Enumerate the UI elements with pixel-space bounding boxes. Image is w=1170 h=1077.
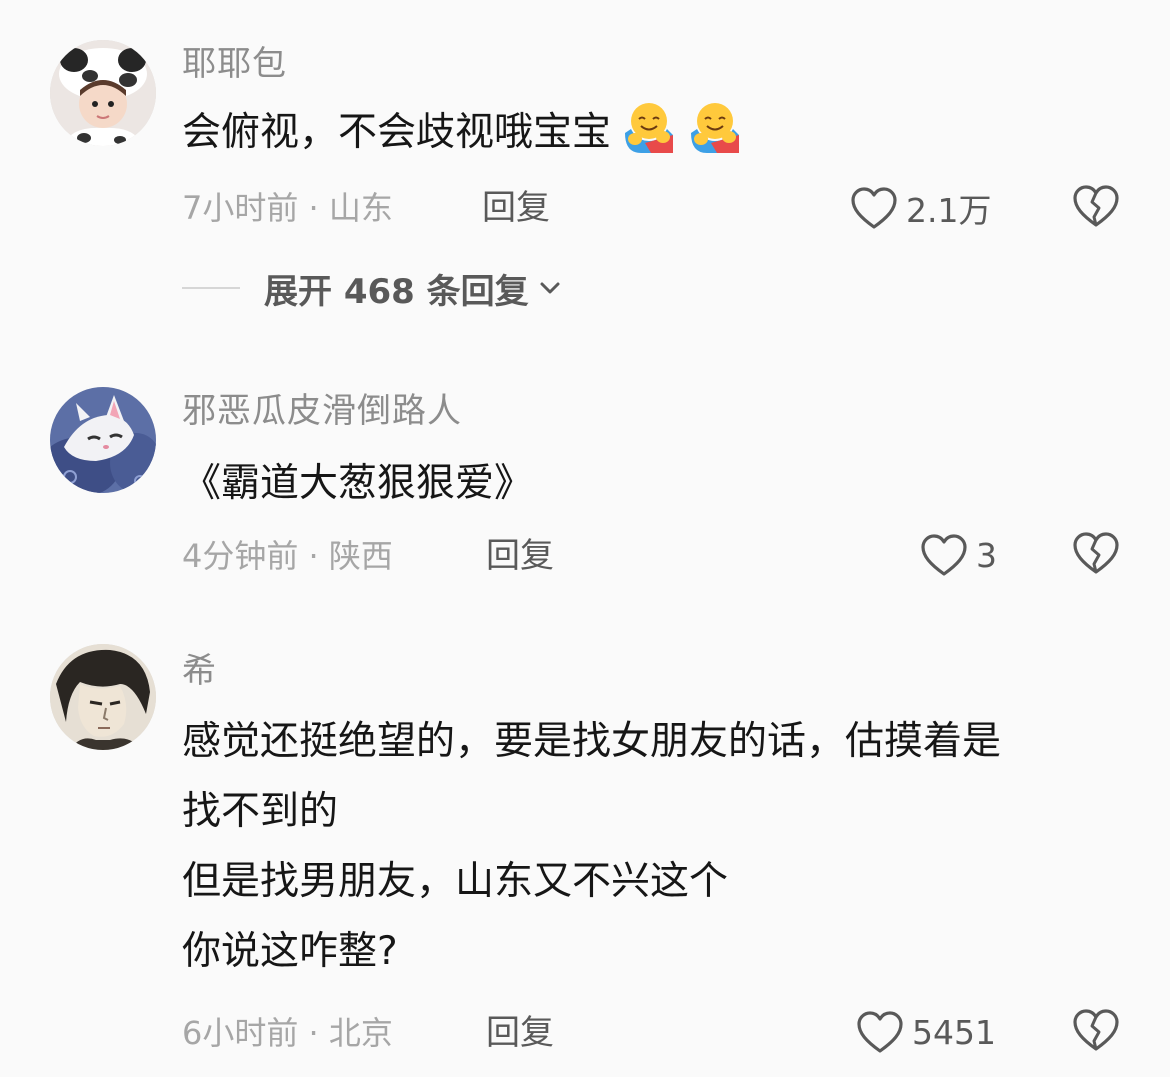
like-button[interactable]: 5451: [856, 1008, 996, 1056]
reply-button[interactable]: 回复: [486, 1013, 554, 1053]
comment-text-line: 找不到的: [182, 789, 339, 834]
chevron-down-icon: [540, 282, 560, 294]
expand-replies-button[interactable]: 展开 468 条回复: [182, 266, 563, 312]
avatar[interactable]: [50, 387, 156, 493]
expand-replies-label: 展开 468 条回复: [264, 271, 529, 312]
comment-time-location: 4分钟前 · 陕西: [182, 537, 393, 575]
divider: [182, 287, 240, 289]
avatar[interactable]: [50, 40, 156, 146]
comment-time-location: 7小时前 · 山东: [182, 189, 393, 227]
reply-button[interactable]: 回复: [482, 188, 550, 228]
broken-heart-icon: [1073, 185, 1119, 227]
white-cat-avatar-icon: [50, 387, 156, 493]
broken-heart-icon: [1073, 1009, 1119, 1051]
like-button[interactable]: 2.1万: [850, 184, 991, 232]
dislike-button[interactable]: [1072, 1008, 1120, 1056]
broken-heart-icon: [1073, 532, 1119, 574]
comment-text-line: 但是找男朋友，山东又不兴这个: [182, 859, 729, 904]
heart-outline-icon: [851, 187, 897, 229]
username[interactable]: 希: [182, 651, 217, 691]
like-button[interactable]: 3: [920, 531, 997, 579]
baby-panda-hat-avatar-icon: [50, 40, 156, 146]
hugging-face-emoji-icon: [625, 103, 674, 153]
heart-outline-icon: [921, 534, 967, 576]
username[interactable]: 邪恶瓜皮滑倒路人: [182, 391, 462, 431]
like-count: 3: [976, 535, 997, 575]
comment-text-line: 感觉还挺绝望的，要是找女朋友的话，估摸着是: [182, 719, 1002, 764]
heart-outline-icon: [857, 1011, 903, 1053]
dislike-button[interactable]: [1072, 184, 1120, 232]
comment-time-location: 6小时前 · 北京: [182, 1014, 393, 1052]
comment-text: 会俯视，不会歧视哦宝宝: [182, 98, 743, 168]
comment-text: 《霸道大葱狠狠爱》: [182, 449, 533, 519]
like-count: 2.1万: [906, 191, 992, 230]
avatar[interactable]: [50, 644, 156, 750]
anime-man-avatar-icon: [50, 644, 156, 750]
reply-button[interactable]: 回复: [486, 536, 554, 576]
hugging-face-emoji-icon: [691, 103, 740, 153]
like-count: 5451: [912, 1012, 996, 1052]
comment-text-line: 你说这咋整?: [182, 929, 398, 974]
dislike-button[interactable]: [1072, 531, 1120, 579]
comment-text-content: 《霸道大葱狠狠爱》: [182, 461, 534, 506]
comment-text: 感觉还挺绝望的，要是找女朋友的话，估摸着是 找不到的 但是找男朋友，山东又不兴这…: [182, 707, 1001, 987]
username[interactable]: 耶耶包: [182, 44, 287, 84]
comment-text-content: 会俯视，不会歧视哦宝宝: [182, 110, 612, 155]
